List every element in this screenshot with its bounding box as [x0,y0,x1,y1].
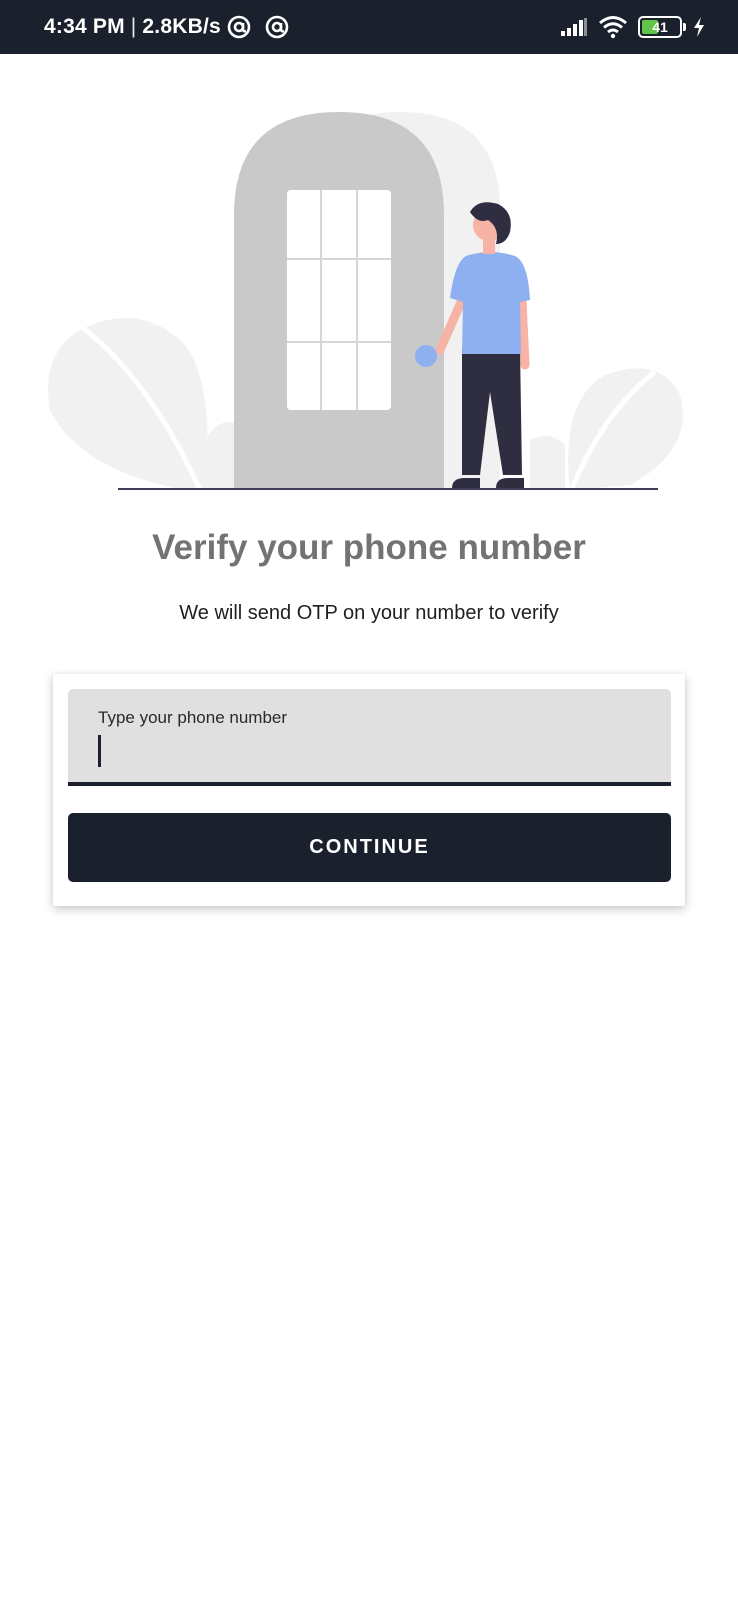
status-time: 4:34 PM [44,15,125,38]
right-leaf [568,368,683,490]
at-sign-icon [265,15,289,39]
signal-icon [561,18,587,36]
battery-level: 41 [652,19,668,35]
continue-button[interactable]: CONTINUE [68,813,671,882]
right-bush [530,436,565,490]
status-left: 4:34 PM | 2.8KB/s [44,0,289,54]
status-separator: | [130,15,137,38]
door-illustration [48,112,683,492]
door-window [287,190,391,410]
wifi-icon [599,16,627,39]
door-knob [415,345,437,367]
page-subtitle: We will send OTP on your number to verif… [179,602,559,624]
phone-number-label: Type your phone number [98,708,288,727]
network-speed: 2.8KB/s [142,15,221,38]
charging-icon [694,17,704,37]
status-right: 41 [560,0,706,54]
page-title: Verify your phone number [152,528,586,567]
phone-form-card: Type your phone number CONTINUE [53,674,685,906]
phone-number-input[interactable] [96,733,656,769]
left-leaf [48,318,208,492]
phone-number-field[interactable]: Type your phone number [68,689,671,786]
at-sign-icon [227,15,251,39]
status-bar: 4:34 PM | 2.8KB/s 41 [0,0,738,54]
battery-icon: 41 [638,16,686,38]
